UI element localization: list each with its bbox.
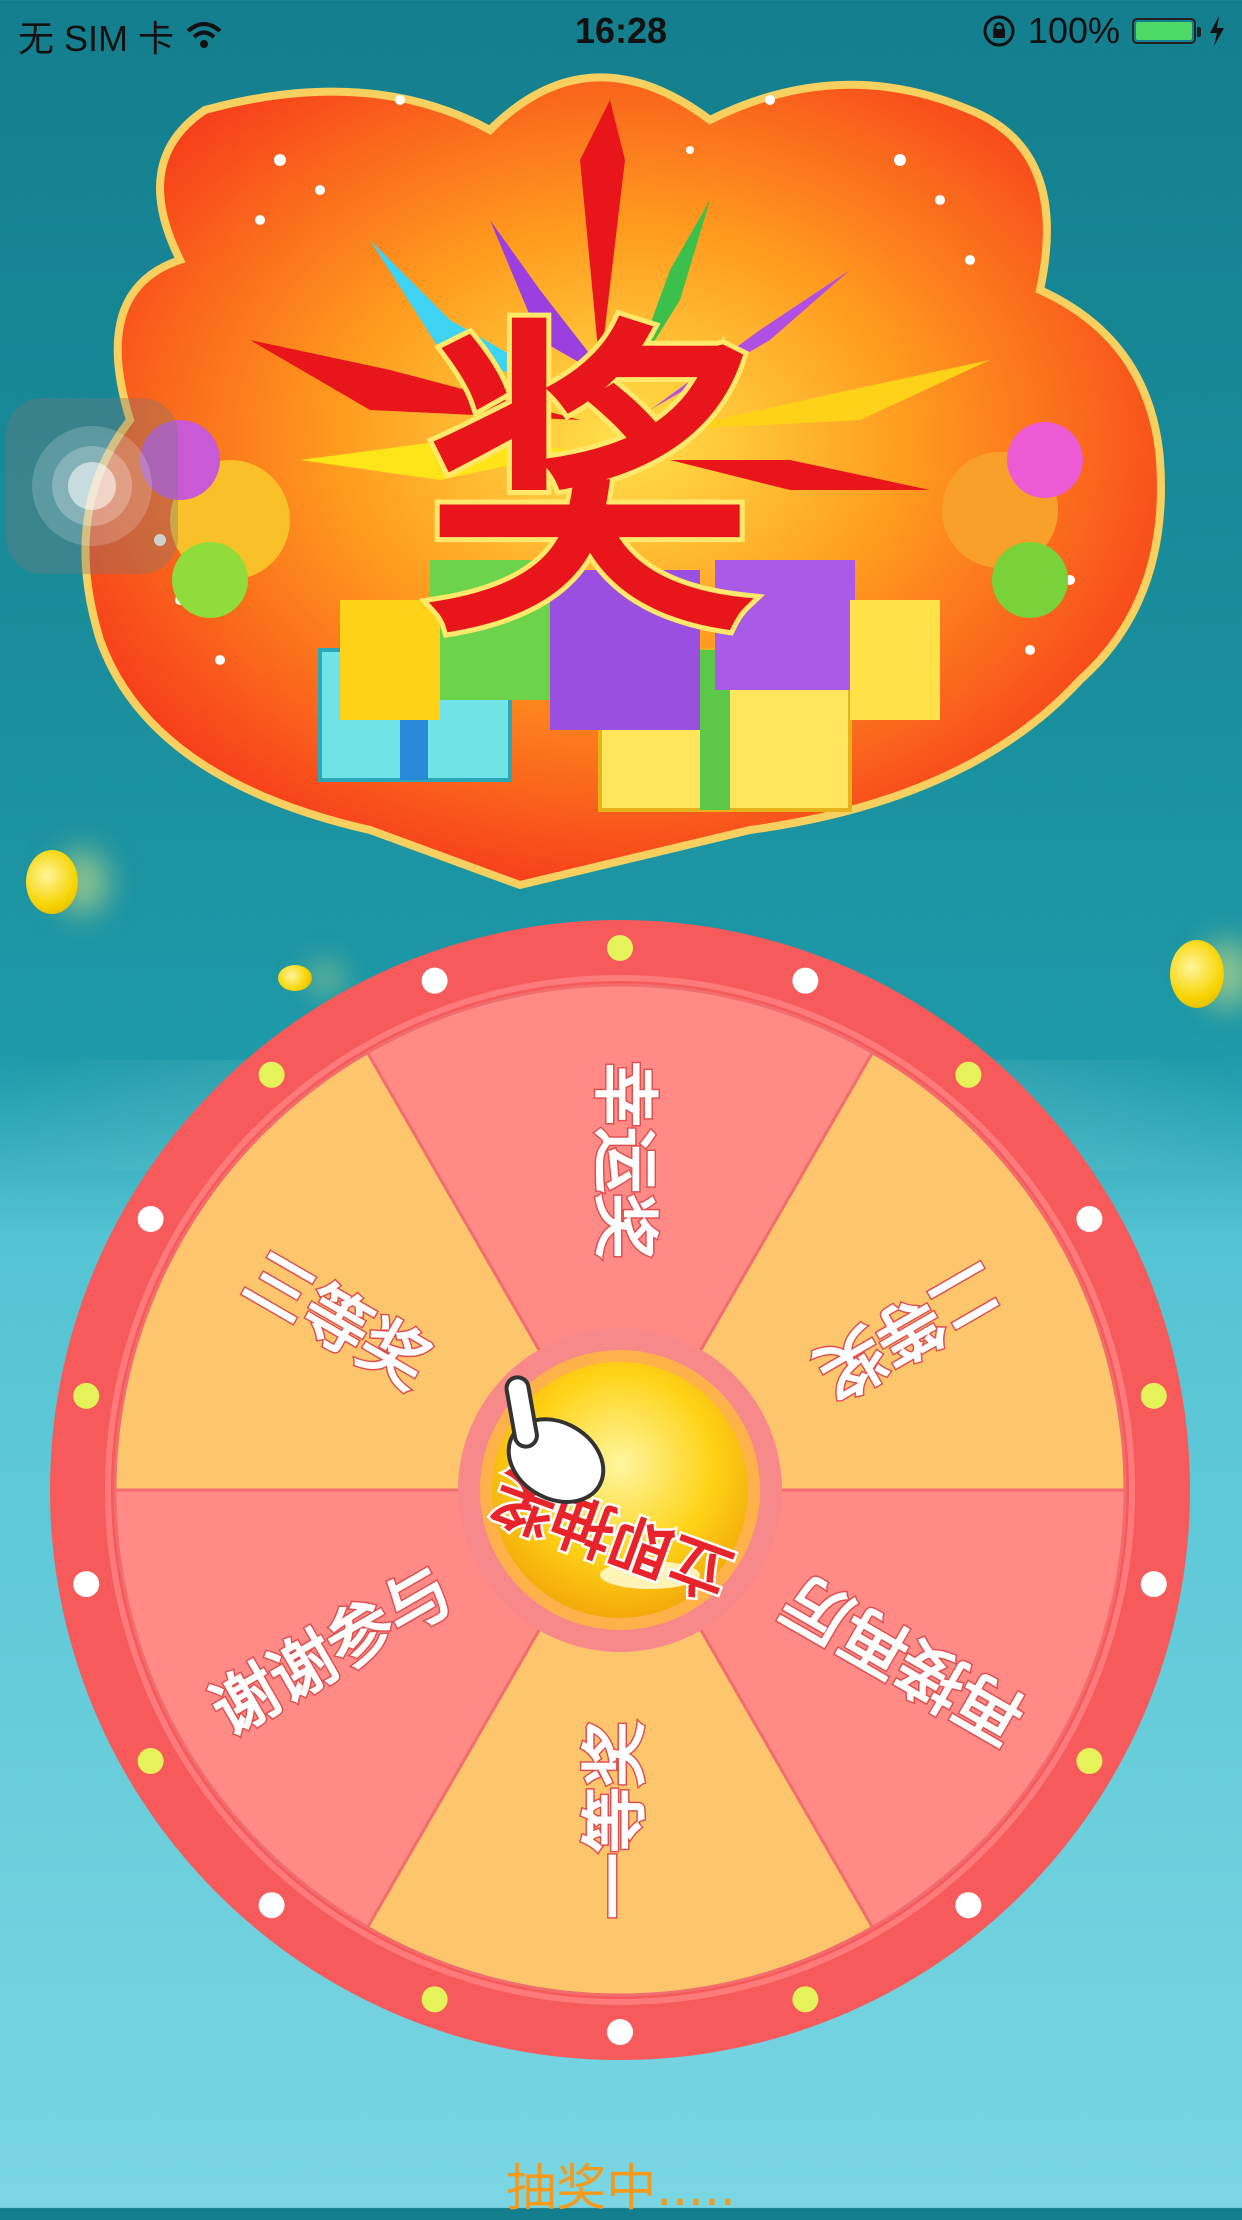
rim-light [421, 1986, 448, 2013]
rim-light [73, 1382, 100, 1409]
rim-light [421, 967, 448, 994]
rim-light [137, 1206, 164, 1232]
charging-icon [1210, 16, 1224, 46]
rim-light [955, 1892, 982, 1919]
prize-banner-image: 奖 [81, 73, 1165, 890]
rim-light [73, 1571, 100, 1598]
rim-light [1140, 1382, 1167, 1409]
rim-light [792, 967, 819, 994]
spin-button[interactable]: 立即抽奖 [458, 1328, 782, 1652]
prize-banner: 奖 [70, 40, 1180, 890]
rim-light [607, 2019, 633, 2045]
rim-light [1076, 1748, 1103, 1774]
rim-light [258, 1892, 285, 1919]
rim-light [137, 1748, 164, 1774]
banner-headline: 奖 [425, 294, 755, 678]
lottery-wheel[interactable]: 幸运奖 二等奖 再接再厉 一等奖 谢谢参与 三等奖 立即抽奖 [45, 915, 1195, 2065]
drawing-status-text: 抽奖中..... [506, 2159, 736, 2217]
wheel-segment-label: 幸运奖 [586, 1061, 663, 1259]
assistive-touch-button[interactable] [6, 398, 178, 574]
wheel-segment-label: 一等奖 [577, 1721, 654, 1919]
rim-light [955, 1061, 982, 1088]
rim-light [1140, 1571, 1167, 1598]
rim-light [792, 1986, 819, 2013]
rim-light [1076, 1206, 1103, 1232]
rim-light [607, 935, 633, 961]
rim-light [258, 1061, 285, 1088]
